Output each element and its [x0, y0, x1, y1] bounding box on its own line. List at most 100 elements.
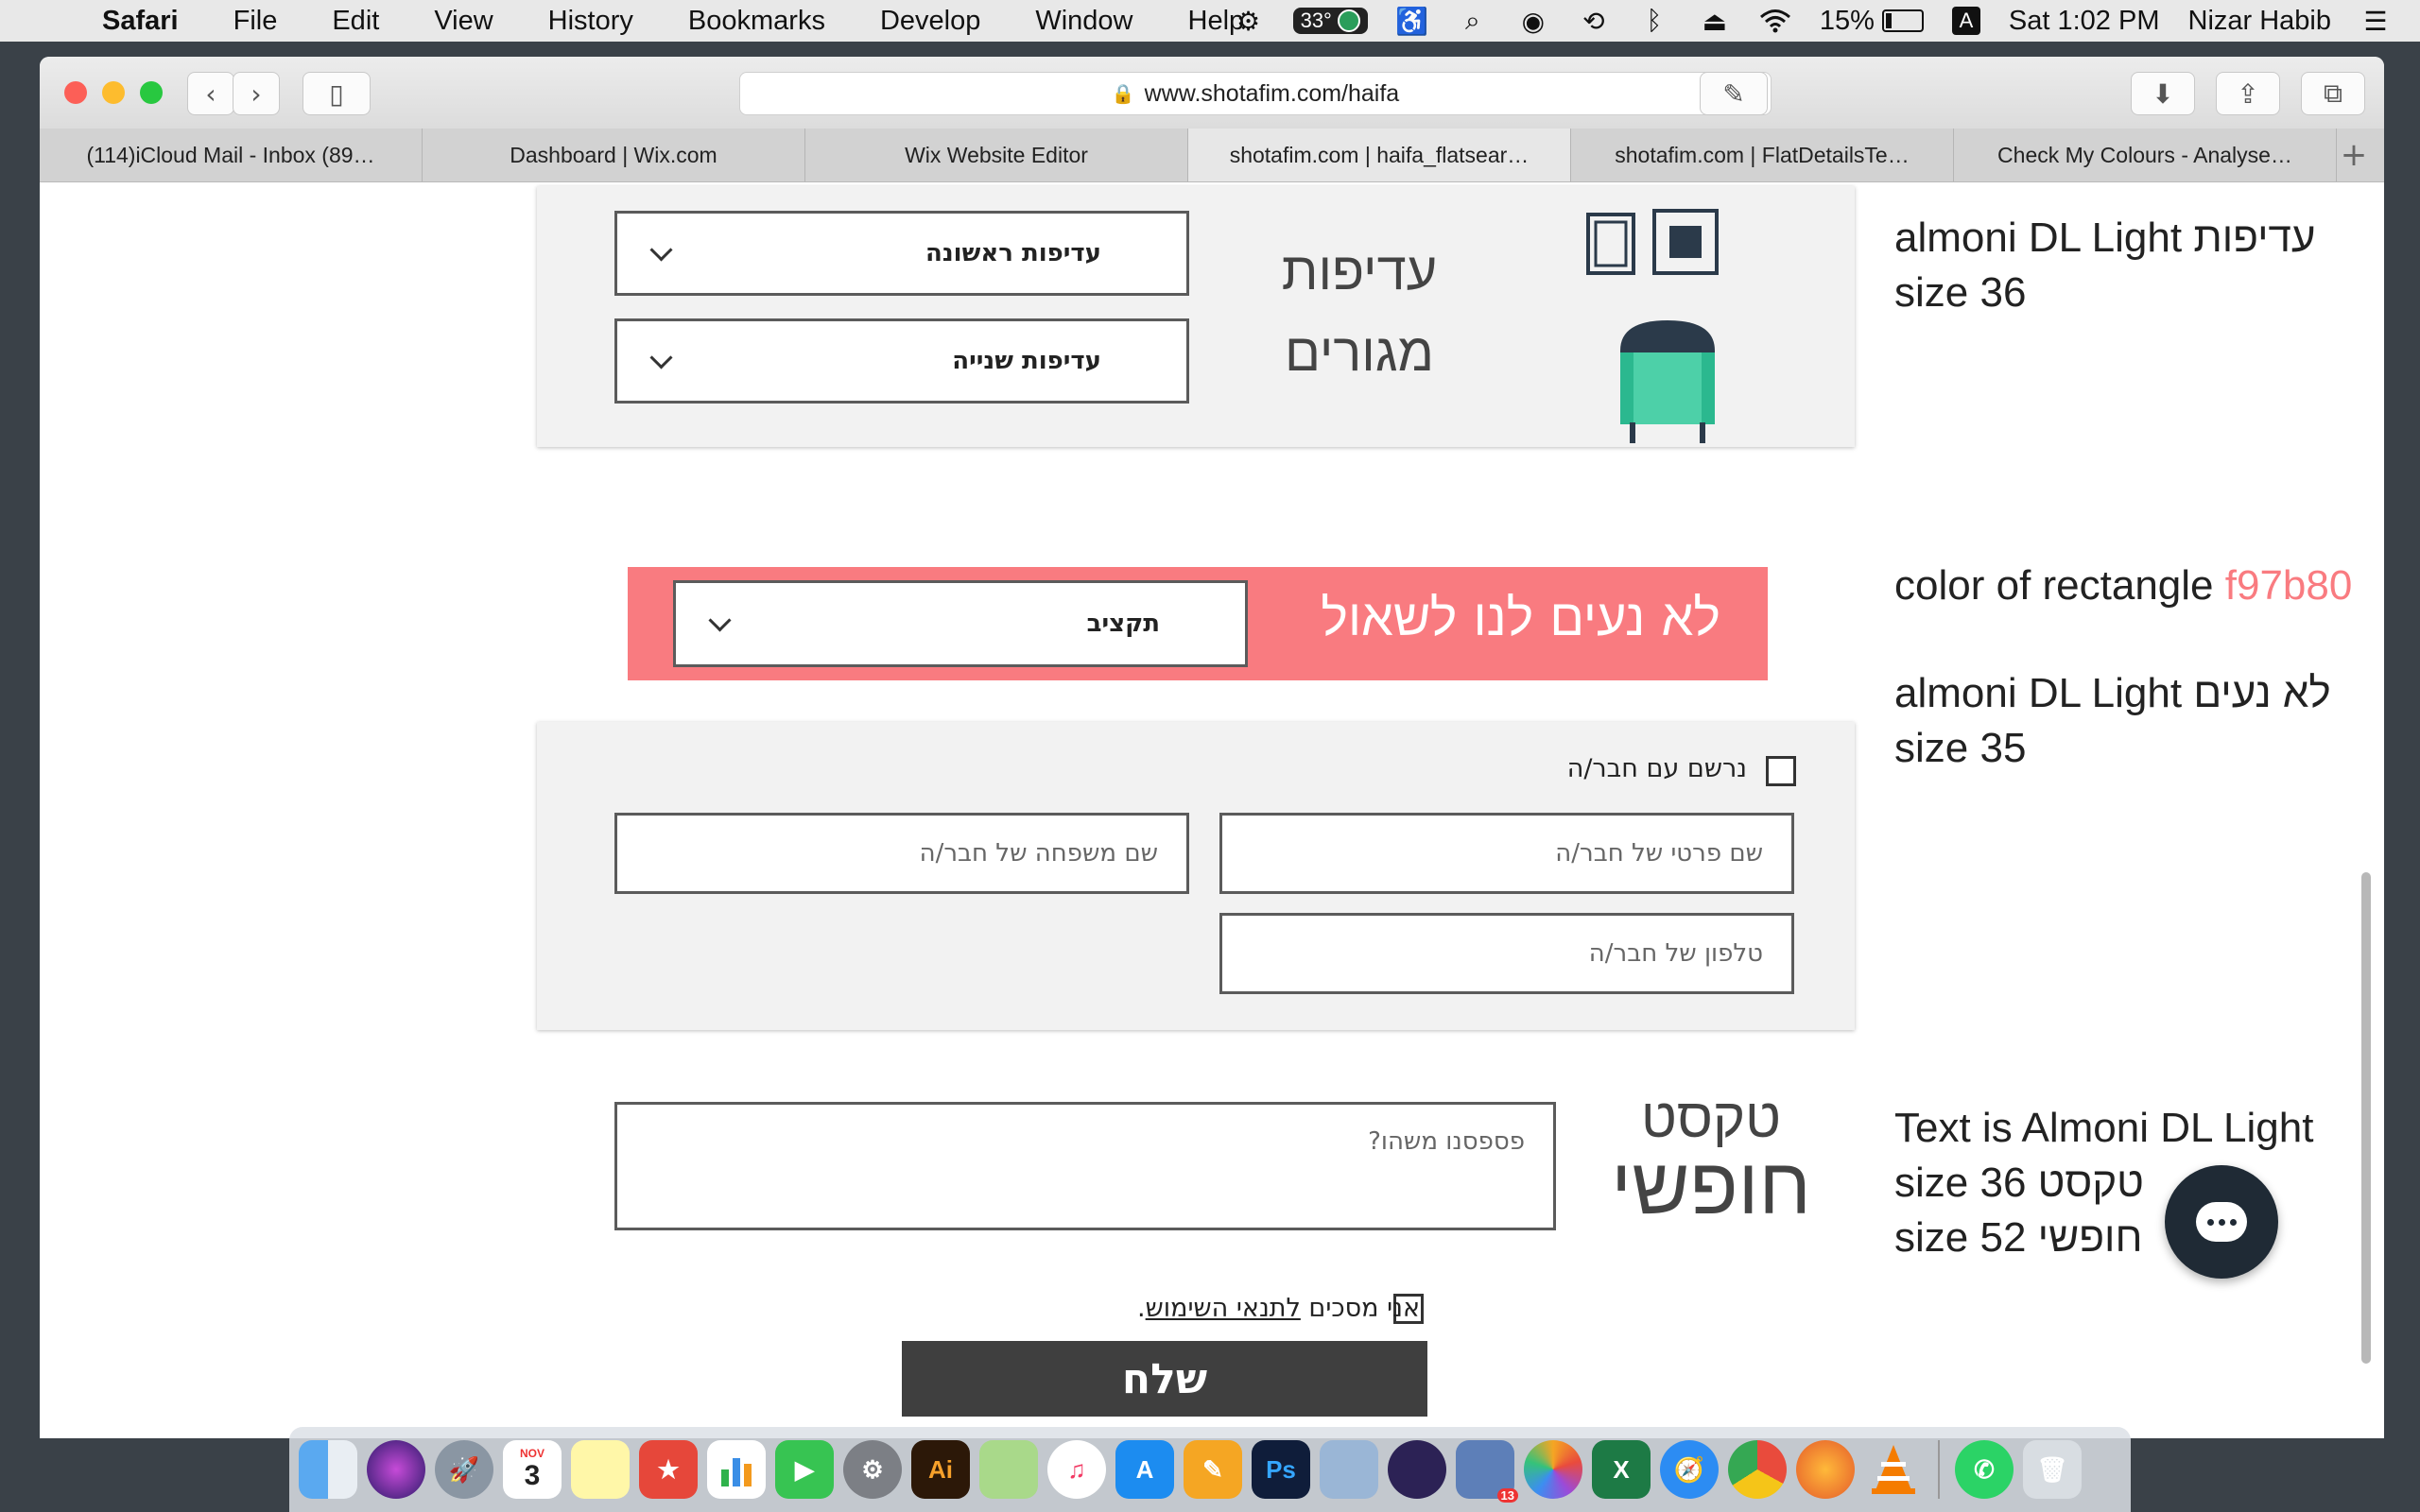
menu-develop[interactable]: Develop	[880, 6, 980, 37]
annotation-preferences: almoni DL Light עדיפות size 36	[1894, 215, 2316, 316]
annotation-rectangle-color: color of rectangle f97b80	[1894, 562, 2353, 609]
window-close-button[interactable]	[64, 81, 87, 104]
first-preference-select[interactable]: עדיפות ראשונה	[614, 211, 1189, 296]
maps-icon[interactable]	[979, 1440, 1038, 1499]
menu-bookmarks[interactable]: Bookmarks	[688, 6, 825, 37]
tab-wix-editor[interactable]: Wix Website Editor	[805, 129, 1188, 181]
browser-toolbar: ‹ › ▯ 🔒 www.shotafim.com/haifa ↻ ✎ ⬇ ⇪ ⧉	[40, 57, 2384, 129]
lock-icon: 🔒	[1111, 83, 1135, 105]
system-preferences-icon[interactable]: ⚙	[843, 1440, 902, 1499]
temperature-text: 33°	[1300, 9, 1332, 32]
pages-icon[interactable]: ✎	[1184, 1440, 1242, 1499]
armchair-icon	[1586, 209, 1719, 443]
photos-icon[interactable]	[1524, 1440, 1582, 1499]
vlc-icon[interactable]	[1864, 1440, 1923, 1499]
tab-overview-icon[interactable]: ⧉	[2301, 72, 2365, 115]
partner-phone-field[interactable]: טלפון של חבר/ה	[1219, 913, 1794, 994]
window-zoom-button[interactable]	[140, 81, 163, 104]
terms-link[interactable]: לתנאי השימוש	[1146, 1294, 1301, 1323]
menu-edit[interactable]: Edit	[332, 6, 379, 37]
partner-last-name-field[interactable]: שם משפחה של חבר/ה	[614, 813, 1189, 894]
chevron-down-icon	[649, 345, 673, 369]
app-store-icon[interactable]: A	[1115, 1440, 1174, 1499]
illustrator-icon[interactable]: Ai	[911, 1440, 970, 1499]
sidebar-toggle-icon[interactable]: ▯	[302, 72, 371, 115]
window-minimize-button[interactable]	[102, 81, 125, 104]
trash-icon[interactable]: 🗑	[2023, 1440, 2082, 1499]
wunderlist-icon[interactable]: ★	[639, 1440, 698, 1499]
partner-first-name-field[interactable]: שם פרטי של חבר/ה	[1219, 813, 1794, 894]
excel-icon[interactable]: X	[1592, 1440, 1651, 1499]
terms-label: אני מסכים לתנאי השימוש.	[1137, 1294, 1420, 1323]
share-icon[interactable]: ⇪	[2216, 72, 2280, 115]
preferences-heading: עדיפות מגורים	[1281, 241, 1438, 384]
status-dot-icon	[1337, 9, 1360, 32]
menu-view[interactable]: View	[434, 6, 493, 37]
menu-app-name[interactable]: Safari	[102, 6, 179, 37]
preferences-panel: עדיפות ראשונה עדיפות שנייה עדיפות מגורים	[537, 186, 1855, 447]
address-bar[interactable]: 🔒 www.shotafim.com/haifa ↻	[739, 72, 1772, 115]
back-button[interactable]: ‹	[187, 72, 234, 115]
launchpad-icon[interactable]: 🚀	[435, 1440, 493, 1499]
menu-window[interactable]: Window	[1035, 6, 1132, 37]
notification-center-icon[interactable]: ☰	[2360, 5, 2392, 37]
siri-icon[interactable]	[367, 1440, 425, 1499]
tab-shotafim-flatdetails[interactable]: shotafim.com | FlatDetailsTe…	[1571, 129, 1954, 181]
budget-banner: תקציב לא נעים לנו לשאול	[628, 567, 1768, 680]
chrome-icon[interactable]	[1728, 1440, 1787, 1499]
facetime-icon[interactable]: ▶	[775, 1440, 834, 1499]
spotlight-search-icon[interactable]: ⌕	[1457, 5, 1489, 37]
new-tab-button[interactable]: +	[2337, 129, 2371, 181]
accessibility-icon[interactable]: ♿	[1395, 5, 1428, 37]
safari-icon[interactable]: 🧭	[1660, 1440, 1719, 1499]
menu-history[interactable]: History	[548, 6, 633, 37]
time-machine-icon[interactable]: ⟲	[1578, 5, 1610, 37]
chat-button[interactable]	[2165, 1165, 2278, 1279]
tab-check-my-colours[interactable]: Check My Colours - Analyse…	[1954, 129, 2337, 181]
finder-icon[interactable]	[299, 1440, 357, 1499]
dock-separator	[1938, 1440, 1940, 1499]
eclipse-icon[interactable]	[1388, 1440, 1446, 1499]
safari-window: ‹ › ▯ 🔒 www.shotafim.com/haifa ↻ ✎ ⬇ ⇪ ⧉…	[40, 57, 2384, 1438]
menu-file[interactable]: File	[233, 6, 278, 37]
input-source-icon[interactable]: A	[1951, 7, 1980, 35]
whatsapp-icon[interactable]: ✆	[1955, 1440, 2014, 1499]
submit-button[interactable]: שלח	[902, 1341, 1427, 1417]
photoshop-icon[interactable]: Ps	[1252, 1440, 1310, 1499]
tab-icloud-mail[interactable]: (114)iCloud Mail - Inbox (89…	[40, 129, 423, 181]
dock-badge: 13	[1496, 1488, 1518, 1503]
menubar-clock[interactable]: Sat 1:02 PM	[2009, 6, 2160, 37]
bluetooth-icon[interactable]: ᛒ	[1638, 5, 1670, 37]
wifi-icon[interactable]	[1759, 5, 1791, 37]
gear-status-icon[interactable]: ⚙	[1233, 5, 1265, 37]
temperature-widget[interactable]: 33°	[1292, 8, 1368, 34]
calendar-icon[interactable]: NOV 3	[503, 1440, 562, 1499]
preview-icon[interactable]	[1320, 1440, 1378, 1499]
menubar-user[interactable]: Nizar Habib	[2188, 6, 2332, 37]
siri-icon[interactable]: ◉	[1517, 5, 1549, 37]
firefox-icon[interactable]	[1796, 1440, 1855, 1499]
tab-shotafim-haifa[interactable]: shotafim.com | haifa_flatsear…	[1188, 129, 1571, 181]
dock: 🚀 NOV 3 ★ ▶ ⚙ Ai ♫ A ✎ Ps 13 X 🧭 ✆ 🗑	[289, 1427, 2131, 1512]
launchpad-grid-icon[interactable]: 13	[1456, 1440, 1518, 1503]
page-content: עדיפות ראשונה עדיפות שנייה עדיפות מגורים	[40, 182, 2384, 1438]
tab-wix-dashboard[interactable]: Dashboard | Wix.com	[423, 129, 805, 181]
downloads-icon[interactable]: ⬇	[2131, 72, 2195, 115]
battery-indicator[interactable]: 15%	[1820, 6, 1924, 37]
eject-icon[interactable]: ⏏	[1699, 5, 1731, 37]
partner-checkbox[interactable]	[1766, 756, 1796, 786]
free-text-heading: טקסט חופשי	[1611, 1086, 1811, 1232]
free-text-area[interactable]: פספסנו משהו?	[614, 1102, 1556, 1230]
notes-icon[interactable]	[571, 1440, 630, 1499]
battery-icon	[1881, 9, 1924, 32]
chevron-down-icon	[708, 608, 732, 632]
annotate-icon[interactable]: ✎	[1700, 72, 1768, 115]
forward-button[interactable]: ›	[233, 72, 280, 115]
budget-heading: לא נעים לנו לשאול	[1321, 588, 1720, 647]
numbers-icon[interactable]	[707, 1440, 766, 1499]
budget-select[interactable]: תקציב	[673, 580, 1248, 667]
itunes-icon[interactable]: ♫	[1047, 1440, 1106, 1499]
page-scrollbar[interactable]	[2361, 872, 2371, 1364]
second-preference-select[interactable]: עדיפות שנייה	[614, 318, 1189, 404]
url-text: www.shotafim.com/haifa	[1144, 79, 1400, 107]
